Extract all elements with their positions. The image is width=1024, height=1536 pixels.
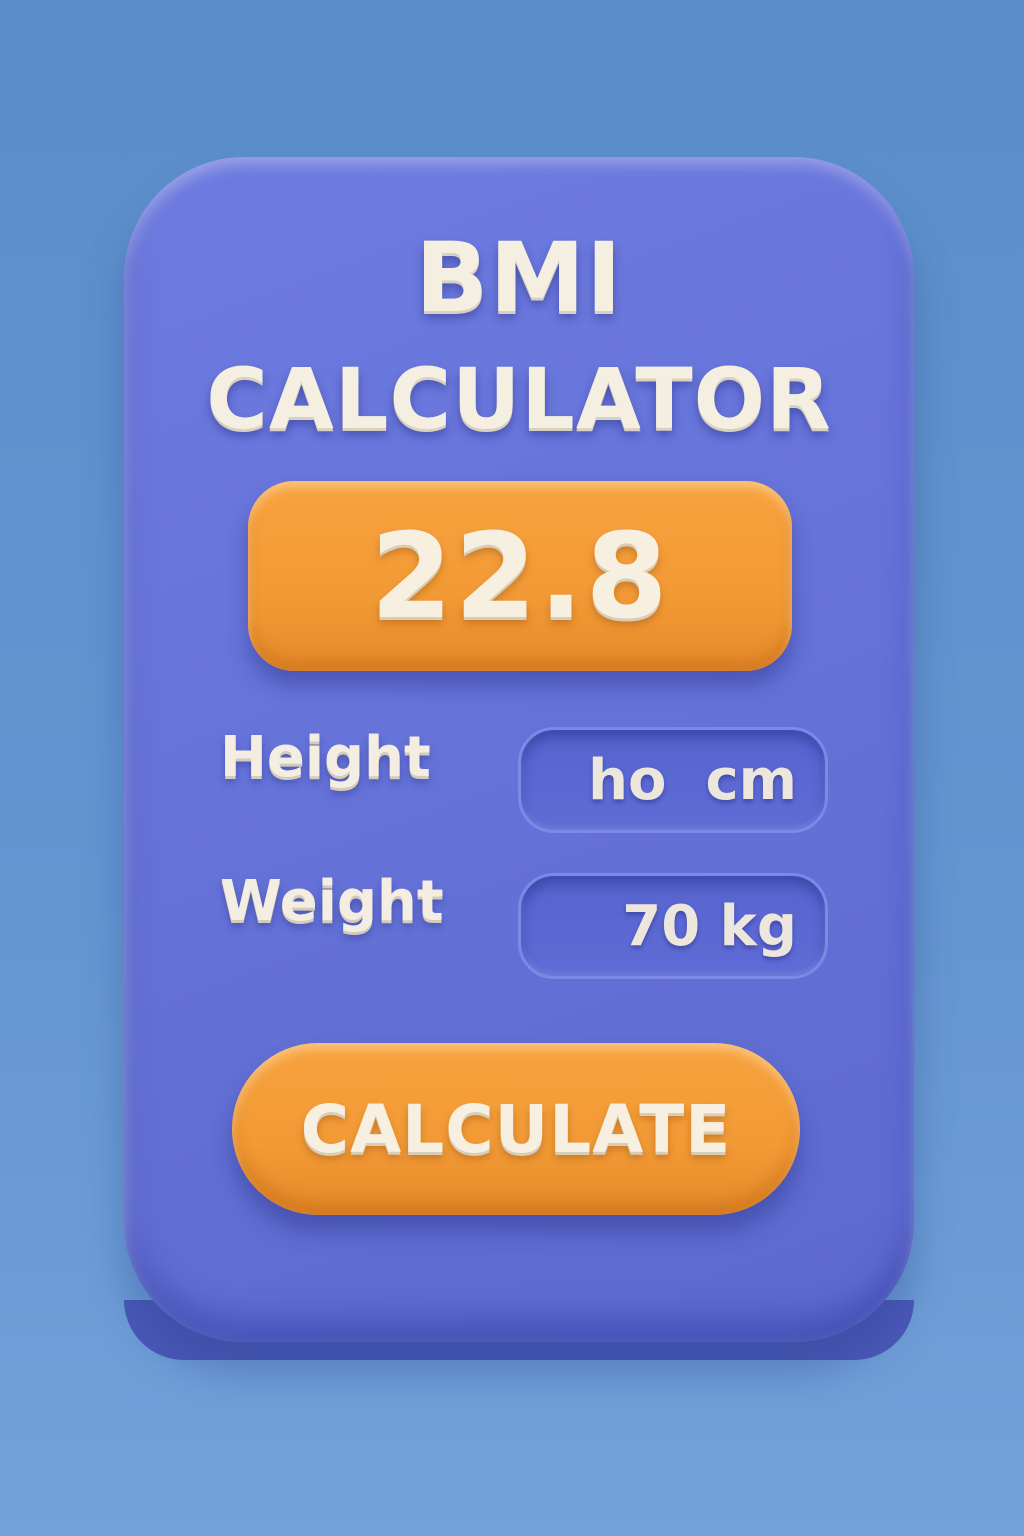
bmi-result-value: 22.8 bbox=[370, 507, 670, 645]
height-label: Height bbox=[220, 725, 431, 790]
weight-input[interactable]: 70 kg bbox=[518, 873, 828, 979]
bmi-result-display: 22.8 bbox=[248, 481, 792, 671]
calculate-button-label: CALCULATE bbox=[300, 1090, 732, 1168]
weight-label: Weight bbox=[220, 869, 444, 934]
app-title-calculator: CALCULATOR bbox=[206, 350, 832, 448]
height-input[interactable]: ho cm bbox=[518, 727, 828, 833]
bmi-calculator-card: BMI CALCULATOR 22.8 Height ho cm Weight … bbox=[124, 157, 914, 1360]
calculate-button[interactable]: CALCULATE bbox=[232, 1043, 800, 1215]
app-title-bmi: BMI bbox=[415, 222, 623, 334]
